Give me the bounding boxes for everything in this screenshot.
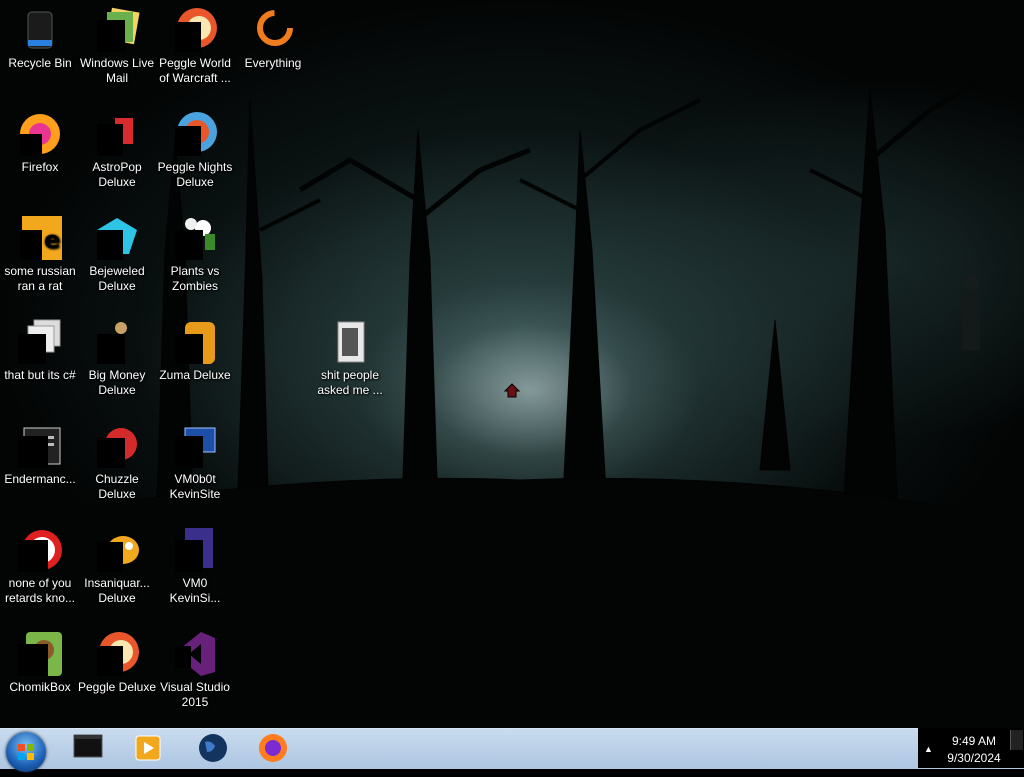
desktop-icon-peggle-deluxe[interactable]: Peggle Deluxe xyxy=(77,630,157,695)
desktop-icon-peggle-nights[interactable]: Peggle Nights Deluxe xyxy=(155,110,235,190)
windows-logo-icon xyxy=(18,744,34,760)
desktop-icon-visual-studio-2015[interactable]: Visual Studio 2015 xyxy=(155,630,235,710)
desktop-icon-firefox[interactable]: Firefox xyxy=(0,110,80,175)
icon-label: that but its c# xyxy=(4,368,76,382)
desktop-icon-chomikbox[interactable]: ChomikBox xyxy=(0,630,80,695)
icon-label: Plants vs Zombies xyxy=(170,264,220,293)
desktop-icon-shit-people-asked-me[interactable]: shit people asked me ... xyxy=(310,318,390,398)
icon-label: Peggle Nights Deluxe xyxy=(157,160,233,189)
taskbar-pinned-media-player[interactable] xyxy=(120,730,176,766)
icon-label: AstroPop Deluxe xyxy=(92,160,142,189)
icon-label: some russian ran a rat xyxy=(4,264,76,293)
gem-icon xyxy=(93,214,141,262)
desktop-icon-plants-vs-zombies[interactable]: Plants vs Zombies xyxy=(155,214,235,294)
icon-label: ChomikBox xyxy=(9,680,71,694)
clock-date[interactable]: 9/30/2024 xyxy=(930,751,1018,765)
peggle-icon xyxy=(171,6,219,54)
icon-label: Everything xyxy=(244,56,302,70)
folder-icon xyxy=(326,318,374,366)
zuma-icon xyxy=(171,318,219,366)
icon-label: VM0 KevinSi... xyxy=(169,576,221,605)
desktop-icon-astropop[interactable]: AstroPop Deluxe xyxy=(77,110,157,190)
firefox-icon xyxy=(16,110,64,158)
desktop-icon-that-but-its-csharp[interactable]: that but its c# xyxy=(0,318,80,383)
desktop-icon-peggle-world-of-warcraft[interactable]: Peggle World of Warcraft ... xyxy=(155,6,235,86)
mail-icon xyxy=(93,6,141,54)
earth-icon xyxy=(199,734,227,762)
desktop-icon-vm0b0t-kevinsite[interactable]: VM0b0t KevinSite xyxy=(155,422,235,502)
icon-label: Peggle World of Warcraft ... xyxy=(159,56,231,85)
astropop-icon xyxy=(93,110,141,158)
icon-label: none of you retards kno... xyxy=(4,576,76,605)
icon-label: shit people asked me ... xyxy=(317,368,383,397)
vm-icon xyxy=(171,422,219,470)
icon-label: Big Money Deluxe xyxy=(88,368,146,397)
document-icon xyxy=(171,526,219,574)
desktop-icon-some-russian[interactable]: e some russian ran a rat xyxy=(0,214,80,294)
money-bag-icon xyxy=(93,318,141,366)
show-desktop-button[interactable] xyxy=(1010,730,1023,750)
icon-label: Chuzzle Deluxe xyxy=(95,472,139,501)
desktop-icon-endermanch[interactable]: Endermanc... xyxy=(0,422,80,487)
icon-label: Peggle Deluxe xyxy=(77,680,157,694)
icon-label: Windows Live Mail xyxy=(79,56,155,85)
peggle-nights-icon xyxy=(171,110,219,158)
taskbar-pinned-earth[interactable] xyxy=(185,730,241,766)
desktop-icon-windows-live-mail[interactable]: Windows Live Mail xyxy=(77,6,157,86)
desktop-icon-zuma[interactable]: Zuma Deluxe xyxy=(155,318,235,383)
peggle-icon xyxy=(93,630,141,678)
icon-label: Recycle Bin xyxy=(8,56,72,70)
chomikbox-icon xyxy=(16,630,64,678)
taskbar-pinned-black-window[interactable] xyxy=(60,730,116,766)
program-icon xyxy=(16,422,64,470)
desktop-icon-everything[interactable]: Everything xyxy=(233,6,313,71)
desktop-icon-big-money[interactable]: Big Money Deluxe xyxy=(77,318,157,398)
media-player-icon xyxy=(135,735,161,761)
desktop-icon-recycle-bin[interactable]: Recycle Bin xyxy=(0,6,80,71)
icon-label: Insaniquar... Deluxe xyxy=(84,576,150,605)
icon-label: Zuma Deluxe xyxy=(159,368,231,382)
firefox-icon xyxy=(259,734,287,762)
windows-stack-icon xyxy=(16,318,64,366)
desktop-icon-vm0-kevinsite[interactable]: VM0 KevinSi... xyxy=(155,526,235,606)
icon-label: Endermanc... xyxy=(4,472,76,486)
svg-text:e: e xyxy=(44,226,60,254)
clock-time[interactable]: 9:49 AM xyxy=(930,734,1018,748)
icon-label: Bejeweled Deluxe xyxy=(89,264,145,293)
everything-icon xyxy=(249,6,297,54)
visual-studio-icon xyxy=(171,630,219,678)
taskbar-pinned-firefox[interactable] xyxy=(245,730,301,766)
red-circle-icon xyxy=(16,526,64,574)
chuzzle-icon xyxy=(93,422,141,470)
icon-label: VM0b0t KevinSite xyxy=(169,472,221,501)
file-icon: e xyxy=(16,214,64,262)
icon-label: Firefox xyxy=(21,160,59,174)
recycle-bin-icon xyxy=(16,6,64,54)
desktop-icon-none-of-you[interactable]: none of you retards kno... xyxy=(0,526,80,606)
flower-icon xyxy=(171,214,219,262)
desktop-icon-insaniquarium[interactable]: Insaniquar... Deluxe xyxy=(77,526,157,606)
icon-label: Visual Studio 2015 xyxy=(160,680,230,709)
start-button[interactable] xyxy=(6,732,46,772)
desktop-icon-bejeweled[interactable]: Bejeweled Deluxe xyxy=(77,214,157,294)
fish-icon xyxy=(93,526,141,574)
desktop-icon-chuzzle[interactable]: Chuzzle Deluxe xyxy=(77,422,157,502)
black-window-icon xyxy=(73,734,103,758)
